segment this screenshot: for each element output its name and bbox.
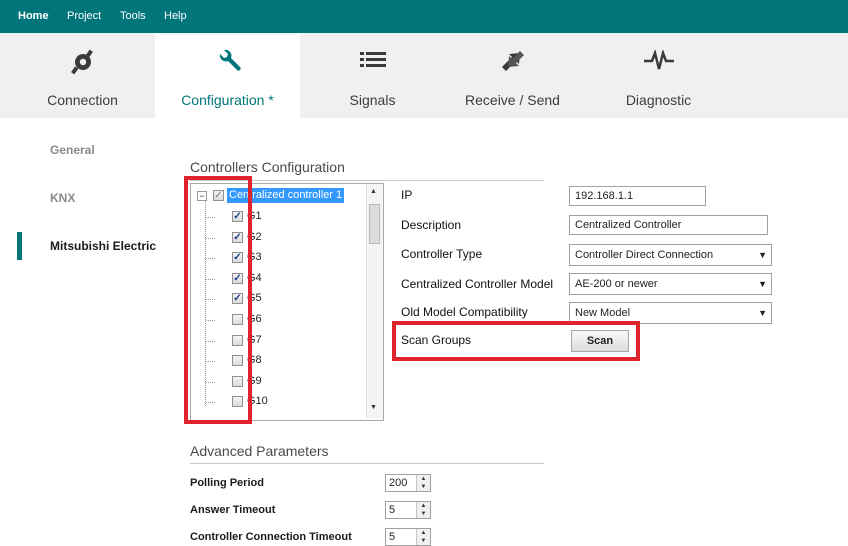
tab-receive-send-label: Receive / Send [465,92,560,108]
menu-home[interactable]: Home [18,10,49,22]
answer-timeout-value: 5 [389,504,396,516]
section-divider [190,463,544,464]
spinner-arrows-icon[interactable]: ▲ ▼ [416,502,430,518]
chevron-down-icon: ▼ [758,279,767,289]
controller-type-label: Controller Type [401,247,483,261]
sidebar-item-knx[interactable]: KNX [50,191,75,205]
answer-timeout-label: Answer Timeout [190,504,276,516]
controllers-section-title: Controllers Configuration [190,159,345,175]
polling-period-value: 200 [389,477,408,489]
chevron-down-icon: ▼ [758,250,767,260]
tab-bar: Connection Configuration * Signals Recei… [0,33,848,118]
compat-value: New Model [575,307,631,319]
polling-period-label: Polling Period [190,477,264,489]
description-label: Description [401,218,462,232]
spinner-arrows-icon[interactable]: ▲ ▼ [416,475,430,491]
sidebar-item-general[interactable]: General [50,143,95,157]
wrench-icon [155,46,300,76]
scroll-thumb[interactable] [369,204,380,244]
highlight-box-groups [184,176,252,424]
tab-diagnostic-label: Diagnostic [625,92,692,108]
polling-period-spinner[interactable]: 200 ▲ ▼ [385,474,431,492]
highlight-box-scan [392,321,640,361]
ip-label: IP [401,188,413,202]
menu-project[interactable]: Project [67,10,101,22]
scroll-down-icon[interactable]: ▼ [370,404,377,411]
connection-timeout-spinner[interactable]: 5 ▲ ▼ [385,528,431,546]
tab-signals-label: Signals [349,92,396,108]
ip-input[interactable]: 192.168.1.1 [569,186,706,206]
chevron-down-icon: ▼ [758,308,767,318]
advanced-section-title: Advanced Parameters [190,443,329,459]
answer-timeout-spinner[interactable]: 5 ▲ ▼ [385,501,431,519]
list-icon [300,46,445,76]
tab-connection[interactable]: Connection [10,33,155,118]
menu-bar: Home Project Tools Help [0,0,848,33]
description-input[interactable]: Centralized Controller [569,215,768,235]
controller-type-select[interactable]: Controller Direct Connection ▼ [569,244,772,266]
connection-plug-icon [10,46,155,76]
tab-receive-send[interactable]: Receive / Send [440,33,585,118]
tab-configuration-label: Configuration * [181,92,274,108]
connection-timeout-value: 5 [389,531,396,543]
model-value: AE-200 or newer [575,278,658,290]
menu-tools[interactable]: Tools [120,10,146,22]
model-select[interactable]: AE-200 or newer ▼ [569,273,772,295]
pulse-icon [586,46,731,76]
tab-configuration[interactable]: Configuration * [155,33,300,118]
controller-type-value: Controller Direct Connection [575,249,714,261]
compat-label: Old Model Compatibility [401,305,528,319]
tab-signals[interactable]: Signals [300,33,445,118]
sidebar-active-marker [17,232,22,260]
model-label: Centralized Controller Model [401,277,554,291]
connection-timeout-label: Controller Connection Timeout [190,531,352,543]
scroll-up-icon[interactable]: ▲ [370,188,377,195]
sidebar-item-mitsubishi-electric[interactable]: Mitsubishi Electric [50,239,156,253]
menu-help[interactable]: Help [164,10,187,22]
tab-connection-label: Connection [47,92,118,108]
tree-scrollbar[interactable]: ▲ ▼ [366,184,383,418]
tab-diagnostic[interactable]: Diagnostic [586,33,731,118]
transfer-arrows-icon [440,46,585,76]
spinner-arrows-icon[interactable]: ▲ ▼ [416,529,430,545]
